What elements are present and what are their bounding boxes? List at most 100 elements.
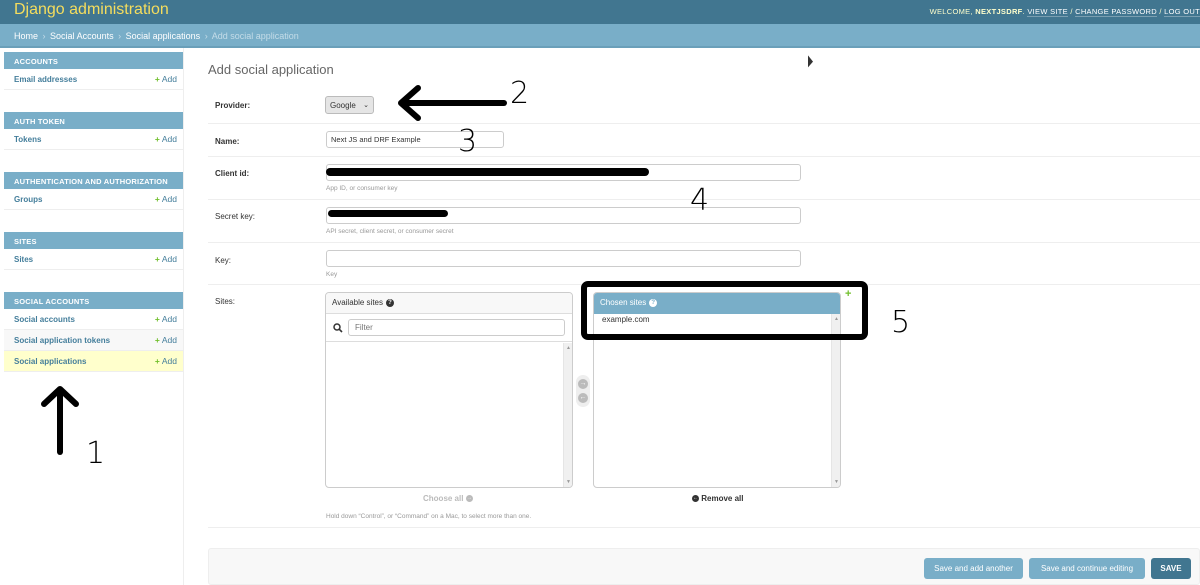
redaction-mark: [326, 168, 649, 176]
key-input[interactable]: [326, 250, 801, 267]
key-row: Key: Key: [208, 243, 1200, 285]
add-link[interactable]: + Add: [155, 74, 177, 84]
provider-value: Google: [330, 100, 356, 110]
sidebar-item-email-addresses: Email addresses + Add: [4, 69, 183, 90]
breadcrumb-separator: ›: [42, 31, 46, 41]
save-and-continue-button[interactable]: Save and continue editing: [1029, 558, 1145, 579]
annotation-number-2: 2: [510, 76, 530, 111]
model-link[interactable]: Groups: [14, 195, 42, 204]
log-out-link[interactable]: Log out: [1164, 7, 1200, 17]
module-caption[interactable]: Authentication and Authorization: [4, 172, 183, 189]
filter-input[interactable]: [348, 319, 565, 336]
annotation-number-1: 1: [86, 436, 106, 471]
user-tools: Welcome, NEXTJSDRF. View site / Change p…: [929, 7, 1200, 17]
add-site-icon[interactable]: +: [845, 288, 851, 300]
available-sites-list[interactable]: ▲ ▼: [326, 343, 572, 487]
model-link[interactable]: Tokens: [14, 135, 41, 144]
name-row: Name:: [208, 124, 1200, 157]
help-icon[interactable]: ?: [386, 298, 394, 307]
add-label: Add: [161, 356, 177, 366]
choose-all-label: Choose all: [423, 494, 464, 503]
breadcrumb: Home › Social Accounts › Social applicat…: [0, 24, 1200, 48]
module-caption[interactable]: Auth Token: [4, 112, 183, 129]
chosen-sites-box: Chosen sites? example.com ▲ ▼: [593, 292, 841, 488]
plus-icon: +: [154, 314, 160, 324]
sidebar-item-social-applications: Social applications + Add: [4, 351, 183, 372]
selector-chooser: → ←: [576, 375, 590, 407]
module-caption[interactable]: Accounts: [4, 52, 183, 69]
sidebar-item-groups: Groups + Add: [4, 189, 183, 210]
change-password-link[interactable]: Change password: [1075, 7, 1157, 17]
provider-select[interactable]: Google ⌄: [325, 96, 374, 114]
remove-all-link[interactable]: ← Remove all: [692, 494, 743, 503]
annotation-number-3: 3: [458, 124, 478, 159]
breadcrumb-social-applications[interactable]: Social applications: [126, 31, 201, 41]
module-caption[interactable]: Sites: [4, 232, 183, 249]
module-authentication: Authentication and Authorization Groups …: [4, 172, 183, 210]
chosen-site-option[interactable]: example.com: [594, 314, 840, 325]
plus-icon: +: [154, 74, 160, 84]
client-id-help: App ID, or consumer key: [326, 185, 398, 192]
scroll-down-icon[interactable]: ▼: [834, 479, 839, 485]
breadcrumb-separator: ›: [118, 31, 122, 41]
add-link[interactable]: + Add: [155, 356, 177, 366]
add-label: Add: [161, 74, 177, 84]
sites-row: Sites: Available sites? ▲ ▼ → ← Chosen: [208, 285, 1200, 528]
chevron-down-icon: ⌄: [363, 102, 369, 109]
module-social-accounts: Social Accounts Social accounts + Add Soc…: [4, 292, 183, 372]
provider-label: Provider:: [215, 101, 251, 110]
scroll-up-icon[interactable]: ▲: [834, 316, 839, 322]
annotation-number-4: 4: [690, 183, 710, 218]
plus-icon: +: [154, 194, 160, 204]
plus-icon: +: [154, 134, 160, 144]
plus-icon: +: [154, 335, 160, 345]
model-link[interactable]: Email addresses: [14, 75, 77, 84]
breadcrumb-social-accounts[interactable]: Social Accounts: [50, 31, 114, 41]
chosen-sites-list[interactable]: example.com ▲ ▼: [594, 314, 840, 487]
scroll-down-icon[interactable]: ▼: [566, 479, 571, 485]
name-label: Name:: [215, 137, 240, 146]
model-link[interactable]: Sites: [14, 255, 33, 264]
breadcrumb-home[interactable]: Home: [14, 31, 38, 41]
name-input[interactable]: [326, 131, 504, 148]
add-label: Add: [161, 314, 177, 324]
save-and-add-another-button[interactable]: Save and add another: [924, 558, 1023, 579]
add-link[interactable]: + Add: [155, 134, 177, 144]
model-link[interactable]: Social accounts: [14, 315, 75, 324]
arrow-right-icon[interactable]: →: [578, 379, 588, 389]
scrollbar[interactable]: ▲ ▼: [831, 314, 840, 487]
model-link[interactable]: Social application tokens: [14, 336, 110, 345]
scrollbar[interactable]: ▲ ▼: [563, 343, 572, 487]
choose-all-link[interactable]: Choose all →: [423, 494, 473, 503]
scroll-up-icon[interactable]: ▲: [566, 345, 571, 351]
arrow-left-icon[interactable]: ←: [578, 393, 588, 403]
key-help: Key: [326, 271, 338, 278]
filter-row: [326, 314, 572, 342]
chosen-sites-label: Chosen sites: [600, 298, 647, 307]
page-title: Add social application: [208, 62, 334, 77]
provider-row: Provider: Google ⌄: [208, 85, 1200, 124]
mouse-cursor-icon: [808, 55, 813, 69]
save-button[interactable]: SAVE: [1151, 558, 1191, 579]
view-site-link[interactable]: View site: [1027, 7, 1068, 17]
breadcrumb-current: Add social application: [211, 31, 299, 41]
plus-icon: +: [154, 356, 160, 366]
sidebar-item-social-accounts: Social accounts + Add: [4, 309, 183, 330]
breadcrumb-separator: ›: [204, 31, 208, 41]
add-link[interactable]: + Add: [155, 194, 177, 204]
add-label: Add: [161, 134, 177, 144]
arrow-left-circle-icon: ←: [692, 495, 699, 503]
welcome-text: Welcome,: [929, 7, 976, 16]
sidebar-item-tokens: Tokens + Add: [4, 129, 183, 150]
add-link[interactable]: + Add: [155, 254, 177, 264]
submit-row: Save and add another Save and continue e…: [208, 548, 1200, 585]
model-link[interactable]: Social applications: [14, 357, 86, 366]
key-label: Key:: [215, 256, 232, 265]
add-link[interactable]: + Add: [155, 335, 177, 345]
add-link[interactable]: + Add: [155, 314, 177, 324]
secret-key-label: Secret key:: [215, 212, 256, 221]
sites-label: Sites:: [215, 297, 236, 306]
site-title[interactable]: Django administration: [14, 1, 169, 19]
module-caption[interactable]: Social Accounts: [4, 292, 183, 309]
help-icon[interactable]: ?: [649, 298, 658, 307]
